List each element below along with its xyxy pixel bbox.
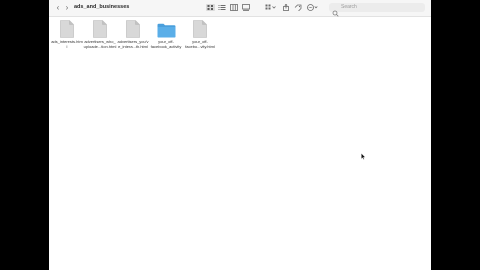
file-name-line2: uploade...tion.html (83, 44, 117, 49)
finder-toolbar: ‹ › ads_and_businesses Search (49, 0, 431, 17)
html-document-icon (126, 20, 140, 38)
html-document-icon (93, 20, 107, 38)
file-item[interactable]: ads_interests.htm l (50, 20, 84, 49)
folder-name-line2: facebook_activity (150, 44, 182, 49)
gallery-view-icon[interactable] (242, 4, 250, 11)
icon-view-button[interactable] (206, 4, 215, 11)
tag-icon[interactable] (294, 4, 302, 11)
search-field[interactable]: Search (329, 3, 425, 17)
folder-icon (157, 23, 176, 38)
search-icon (332, 4, 339, 17)
file-item[interactable]: advertisers_who_ uploade...tion.html (83, 20, 117, 49)
file-name-line2: e_intera...th.html (118, 44, 148, 49)
folder-item[interactable]: your_off- facebook_activity (149, 20, 183, 49)
window-title: ads_and_businesses (74, 4, 130, 10)
html-document-icon (60, 20, 74, 38)
file-grid: ads_interests.htm l advertisers_who_ upl… (49, 17, 431, 270)
file-name-line2: l (66, 44, 68, 49)
search-placeholder: Search (341, 4, 357, 10)
group-by-icon[interactable] (265, 4, 276, 11)
more-actions-icon[interactable] (307, 4, 318, 11)
view-mode-group (204, 3, 253, 12)
column-view-icon[interactable] (230, 4, 238, 11)
file-item[interactable]: advertisers_you'v e_intera...th.html (116, 20, 150, 49)
file-name-line2: facebo...vity.html (185, 44, 215, 49)
share-icon[interactable] (282, 4, 290, 11)
finder-window: ‹ › ads_and_businesses Search ads_intere… (49, 0, 431, 270)
back-button[interactable]: ‹ (54, 3, 62, 12)
forward-button[interactable]: › (63, 3, 71, 12)
list-view-icon[interactable] (218, 4, 226, 11)
file-item[interactable]: your_off- facebo...vity.html (183, 20, 217, 49)
mouse-pointer-icon (361, 147, 366, 160)
html-document-icon (193, 20, 207, 38)
